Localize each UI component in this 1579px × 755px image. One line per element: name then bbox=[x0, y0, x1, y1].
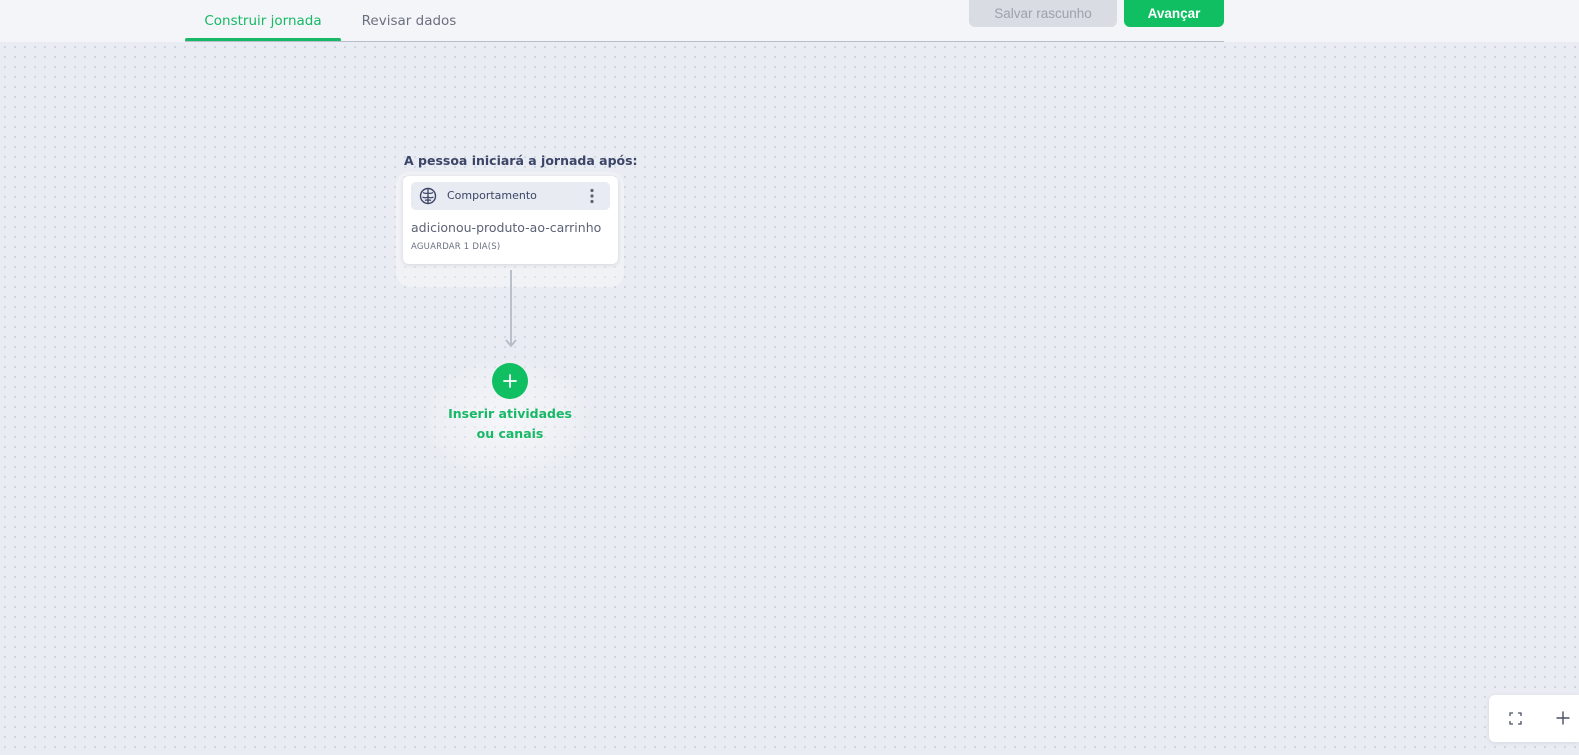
plus-icon bbox=[503, 374, 517, 388]
connector-arrow bbox=[505, 270, 517, 348]
zoom-in-icon[interactable] bbox=[1556, 711, 1570, 725]
zoom-controls bbox=[1489, 695, 1579, 742]
top-bar: Construir jornada Revisar dados Salvar r… bbox=[0, 0, 1579, 42]
add-step-label-line1: Inserir atividades bbox=[448, 406, 572, 421]
next-button[interactable]: Avançar bbox=[1124, 0, 1224, 27]
add-step-button[interactable] bbox=[492, 363, 528, 399]
trigger-event-name: adicionou-produto-ao-carrinho bbox=[411, 220, 602, 235]
journey-start-label: A pessoa iniciará a jornada após: bbox=[404, 153, 638, 168]
trigger-type-label: Comportamento bbox=[447, 189, 537, 202]
trigger-card-header: Comportamento bbox=[411, 182, 610, 210]
tab-build-journey[interactable]: Construir jornada bbox=[185, 0, 341, 42]
more-options-icon[interactable] bbox=[589, 188, 595, 204]
tab-review-data[interactable]: Revisar dados bbox=[358, 0, 460, 41]
add-step-label[interactable]: Inserir atividades ou canais bbox=[440, 404, 580, 444]
save-draft-button[interactable]: Salvar rascunho bbox=[969, 0, 1117, 27]
trigger-wait-label: AGUARDAR 1 DIA(S) bbox=[411, 242, 501, 252]
trigger-card[interactable]: Comportamento adicionou-produto-ao-carri… bbox=[403, 176, 618, 264]
brain-icon bbox=[419, 187, 437, 205]
add-step-label-line2: ou canais bbox=[476, 426, 544, 441]
fit-view-icon[interactable] bbox=[1509, 712, 1522, 725]
journey-canvas[interactable] bbox=[0, 42, 1579, 755]
